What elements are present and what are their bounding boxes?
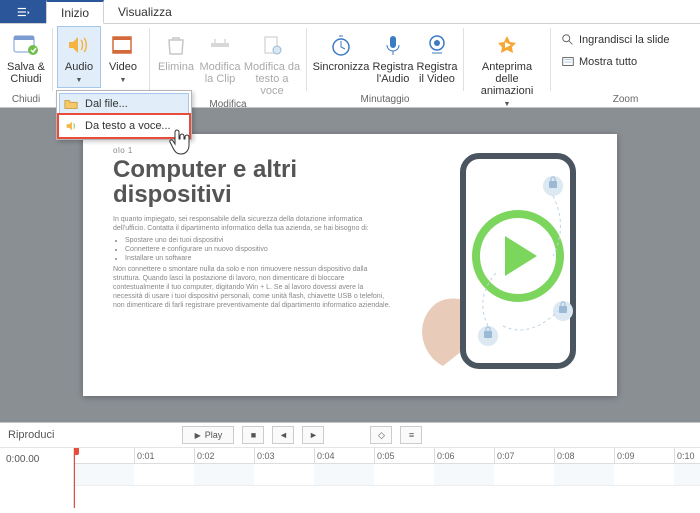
riproduci-label: Riproduci [8, 429, 54, 441]
chevron-down-icon: ▼ [76, 77, 83, 84]
edit-clip-button[interactable]: Modifica la Clip [198, 26, 242, 86]
marker-prev-button[interactable]: ◇ [370, 426, 392, 444]
play-button[interactable]: ▶Play [182, 426, 234, 444]
chevron-down-icon: ▼ [504, 101, 511, 108]
next-button[interactable]: ► [302, 426, 324, 444]
dropdown-from-tts[interactable]: Da testo a voce... [59, 115, 189, 137]
slide[interactable]: olo 1 Computer e altri dispositivi In qu… [83, 134, 617, 396]
tab-home[interactable]: Inizio [46, 0, 104, 24]
preview-animations-button[interactable]: Anteprima delle animazioni▼ [468, 26, 546, 112]
timeline: 0:00.00 0:01 0:02 0:03 0:04 0:05 0:06 0:… [0, 448, 700, 508]
tab-bar: Inizio Visualizza [0, 0, 700, 24]
trash-icon [160, 31, 192, 59]
record-audio-button[interactable]: Registra l'Audio [371, 26, 415, 86]
timeline-controls: Riproduci ▶Play ■ ◄ ► ◇ ≡ [0, 422, 700, 448]
timeline-track-area[interactable]: 0:01 0:02 0:03 0:04 0:05 0:06 0:07 0:08 … [74, 448, 700, 508]
prev-button[interactable]: ◄ [272, 426, 294, 444]
slide-title: Computer e altri dispositivi [113, 157, 393, 207]
delete-button[interactable]: Elimina [154, 26, 198, 86]
timeline-ruler: 0:01 0:02 0:03 0:04 0:05 0:06 0:07 0:08 … [74, 448, 700, 464]
audio-button[interactable]: Audio▼ [57, 26, 101, 88]
clip-edit-icon [204, 31, 236, 59]
stop-button[interactable]: ■ [242, 426, 264, 444]
chevron-down-icon: ▼ [120, 77, 127, 84]
tab-view[interactable]: Visualizza [104, 0, 186, 24]
save-close-button[interactable]: Salva & Chiudi [4, 26, 48, 86]
audio-dropdown: Dal file... Da testo a voce... [56, 90, 192, 140]
marker-list-button[interactable]: ≡ [400, 426, 422, 444]
playhead[interactable] [74, 448, 75, 508]
slide-canvas: olo 1 Computer e altri dispositivi In qu… [0, 108, 700, 422]
slide-illustration [403, 146, 603, 386]
video-button[interactable]: Video▼ [101, 26, 145, 88]
zoom-fit-icon [561, 33, 575, 47]
app-menu-button[interactable] [0, 0, 46, 23]
speaker-icon [63, 31, 95, 59]
edit-tts-button[interactable]: Modifica da testo a voce [242, 26, 302, 98]
playhead-time: 0:00.00 [6, 454, 67, 465]
tts-edit-icon [256, 31, 288, 59]
zoom-all-button[interactable]: Mostra tutto [561, 52, 670, 72]
slide-chapter: olo 1 [113, 146, 393, 155]
record-video-button[interactable]: Registra il Video [415, 26, 459, 86]
timeline-track[interactable] [74, 464, 700, 486]
zoom-all-icon [561, 55, 575, 69]
tts-icon [63, 118, 79, 134]
slide-body: In quanto impiegato, sei responsabile de… [113, 215, 393, 310]
stopwatch-icon [325, 31, 357, 59]
dropdown-from-file[interactable]: Dal file... [59, 93, 189, 115]
save-close-icon [10, 31, 42, 59]
play-star-icon [491, 31, 523, 59]
webcam-icon [421, 31, 453, 59]
film-icon [107, 31, 139, 59]
sync-button[interactable]: Sincronizza [311, 26, 371, 86]
folder-open-icon [63, 96, 79, 112]
microphone-icon [377, 31, 409, 59]
zoom-fit-button[interactable]: Ingrandisci la slide [561, 30, 670, 50]
